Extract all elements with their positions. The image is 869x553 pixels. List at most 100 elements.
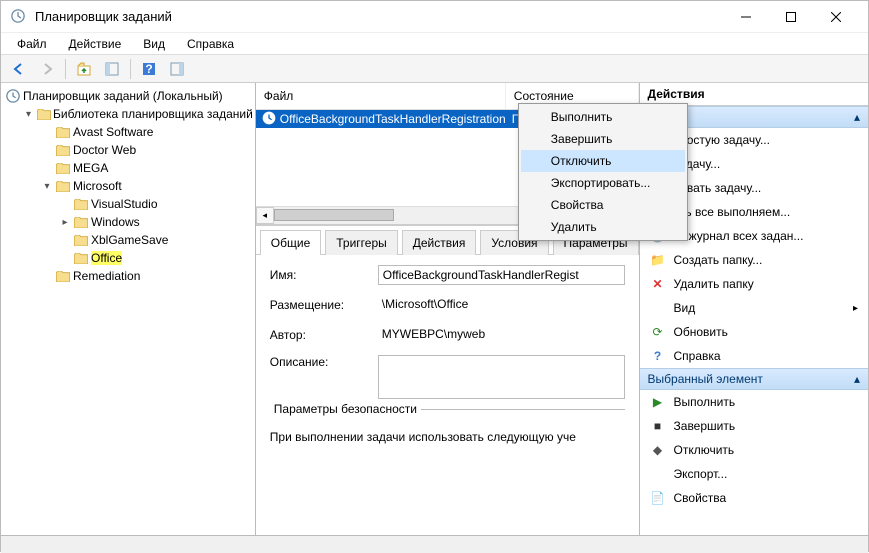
menu-bar: Файл Действие Вид Справка [1, 33, 868, 55]
context-menu: Выполнить Завершить Отключить Экспортиро… [518, 103, 639, 225]
tree-label: Windows [91, 215, 140, 229]
chevron-right-icon[interactable]: ▸ [59, 217, 71, 228]
clock-icon [5, 88, 21, 104]
action-help[interactable]: ?Справка [640, 344, 868, 368]
clock-icon [262, 111, 276, 128]
column-header-file[interactable]: Файл [256, 83, 506, 109]
detail-body: Имя: Размещение: \Microsoft\Office Автор… [256, 255, 639, 535]
tab-general[interactable]: Общие [260, 230, 321, 255]
tree-label: VisualStudio [91, 197, 158, 211]
action-export[interactable]: Экспорт... [640, 462, 868, 486]
label-name: Имя: [270, 268, 370, 282]
context-export[interactable]: Экспортировать... [521, 172, 639, 194]
collapse-icon: ▴ [854, 372, 860, 386]
context-disable[interactable]: Отключить [521, 150, 639, 172]
label-description: Описание: [270, 355, 370, 369]
folder-icon [55, 178, 71, 194]
context-run[interactable]: Выполнить [521, 106, 639, 128]
up-button[interactable] [72, 57, 96, 81]
author-value: MYWEBPC\myweb [378, 325, 625, 345]
tree-label: MEGA [73, 161, 108, 175]
maximize-button[interactable] [768, 2, 813, 32]
tree-item[interactable]: XblGameSave [57, 231, 253, 249]
actions-section-selected[interactable]: Выбранный элемент ▴ [640, 368, 868, 390]
security-group-title: Параметры безопасности [270, 402, 421, 416]
action-new-folder[interactable]: 📁Создать папку... [640, 248, 868, 272]
chevron-down-icon[interactable]: ▾ [41, 181, 53, 192]
context-end[interactable]: Завершить [521, 128, 639, 150]
close-button[interactable] [813, 2, 858, 32]
action-run[interactable]: ▶Выполнить [640, 390, 868, 414]
tree-item[interactable]: Avast Software [39, 123, 253, 141]
folder-icon [55, 142, 71, 158]
forward-button[interactable] [35, 57, 59, 81]
tree-pane: Планировщик заданий (Локальный) ▾ Библио… [1, 83, 256, 535]
description-field[interactable] [378, 355, 625, 399]
scroll-left-button[interactable]: ◂ [256, 207, 274, 224]
action-disable[interactable]: ◆Отключить [640, 438, 868, 462]
label-author: Автор: [270, 328, 370, 342]
folder-icon [73, 214, 89, 230]
disable-icon: ◆ [650, 442, 666, 458]
folder-icon [73, 250, 89, 266]
context-properties[interactable]: Свойства [521, 194, 639, 216]
label-location: Размещение: [270, 298, 370, 312]
tab-actions[interactable]: Действия [402, 230, 477, 255]
menu-action[interactable]: Действие [61, 35, 130, 53]
folder-icon [55, 124, 71, 140]
collapse-icon: ▴ [854, 110, 860, 124]
tree-item[interactable]: MEGA [39, 159, 253, 177]
stop-icon: ■ [650, 418, 666, 434]
action-pane-button[interactable] [165, 57, 189, 81]
folder-icon [55, 268, 71, 284]
svg-text:?: ? [145, 62, 152, 76]
action-refresh[interactable]: ⟳Обновить [640, 320, 868, 344]
tree-item[interactable]: Remediation [39, 267, 253, 285]
tree-item[interactable]: VisualStudio [57, 195, 253, 213]
tree-label: XblGameSave [91, 233, 168, 247]
tree-label: Remediation [73, 269, 140, 283]
help-button[interactable]: ? [137, 57, 161, 81]
minimize-button[interactable] [723, 2, 768, 32]
menu-file[interactable]: Файл [9, 35, 55, 53]
menu-help[interactable]: Справка [179, 35, 242, 53]
title-bar: Планировщик заданий [1, 1, 868, 33]
tree-item[interactable]: ▸ Windows [57, 213, 253, 231]
play-icon: ▶ [650, 394, 666, 410]
folder-icon [55, 160, 71, 176]
folder-icon [73, 196, 89, 212]
context-delete[interactable]: Удалить [521, 216, 639, 225]
tree-label: Планировщик заданий (Локальный) [23, 89, 223, 103]
folder-icon [73, 232, 89, 248]
scroll-thumb[interactable] [274, 209, 394, 221]
tree-label: Microsoft [73, 179, 122, 193]
back-button[interactable] [7, 57, 31, 81]
task-grid: Файл Состояние OfficeBackgroundTaskHandl… [256, 83, 639, 225]
action-end[interactable]: ■Завершить [640, 414, 868, 438]
tree-library[interactable]: ▾ Библиотека планировщика заданий [21, 105, 253, 123]
action-properties[interactable]: 📄Свойства [640, 486, 868, 510]
refresh-icon: ⟳ [650, 324, 666, 340]
help-icon: ? [650, 348, 666, 364]
tree-microsoft[interactable]: ▾ Microsoft [39, 177, 253, 195]
tree-label: Doctor Web [73, 143, 136, 157]
chevron-down-icon[interactable]: ▾ [23, 109, 34, 120]
action-view[interactable]: Вид▸ [640, 296, 868, 320]
location-value: \Microsoft\Office [378, 295, 625, 315]
app-icon [11, 9, 27, 25]
tree-label: Avast Software [73, 125, 153, 139]
folder-icon: 📁 [650, 252, 666, 268]
middle-pane: Файл Состояние OfficeBackgroundTaskHandl… [256, 83, 640, 535]
task-name: OfficeBackgroundTaskHandlerRegistration [280, 112, 506, 126]
show-hide-tree-button[interactable] [100, 57, 124, 81]
menu-view[interactable]: Вид [135, 35, 173, 53]
tree-label: Библиотека планировщика заданий [53, 107, 253, 121]
tree-item[interactable]: Doctor Web [39, 141, 253, 159]
tab-triggers[interactable]: Триггеры [325, 230, 398, 255]
chevron-right-icon: ▸ [853, 303, 858, 314]
status-bar [1, 535, 868, 553]
tree-root[interactable]: Планировщик заданий (Локальный) [3, 87, 253, 105]
tree-item-selected[interactable]: Office [57, 249, 253, 267]
action-delete-folder[interactable]: ✕Удалить папку [640, 272, 868, 296]
name-field[interactable] [378, 265, 625, 285]
